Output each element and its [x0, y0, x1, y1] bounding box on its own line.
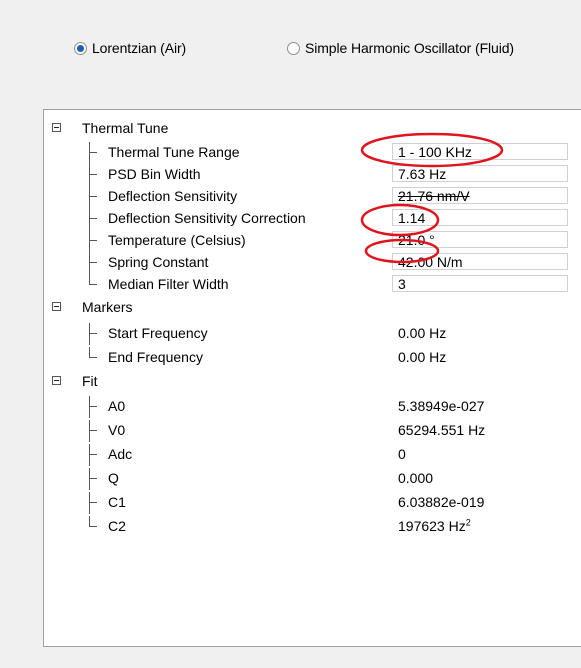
property-name: Thermal Tune Range	[108, 144, 240, 160]
median-filter-width-field[interactable]: 3	[392, 275, 568, 292]
collapse-icon[interactable]	[52, 123, 61, 132]
tree-connector	[89, 186, 99, 208]
collapse-icon[interactable]	[52, 376, 61, 385]
collapse-icon[interactable]	[52, 302, 61, 311]
v0-value[interactable]: 65294.551 Hz	[398, 420, 485, 440]
start-frequency-value[interactable]: 0.00 Hz	[398, 323, 446, 343]
property-row-c2[interactable]: C2 197623 Hz2	[44, 516, 581, 538]
c2-value[interactable]: 197623 Hz2	[398, 516, 471, 536]
tree-connector	[89, 468, 99, 490]
group-thermal-tune[interactable]: Thermal Tune	[44, 118, 581, 140]
property-name: C1	[108, 494, 126, 510]
sho-fluid-radio[interactable]: Simple Harmonic Oscillator (Fluid)	[287, 36, 514, 60]
tree-connector	[89, 208, 99, 230]
property-row-psd-bin-width[interactable]: PSD Bin Width 7.63 Hz	[44, 164, 581, 186]
property-name: Deflection Sensitivity	[108, 188, 238, 204]
property-name: Temperature (Celsius)	[108, 232, 246, 248]
tree-connector	[89, 323, 99, 345]
property-row-end-frequency[interactable]: End Frequency 0.00 Hz	[44, 347, 581, 369]
group-label: Markers	[82, 299, 133, 315]
property-row-deflection-sensitivity[interactable]: Deflection Sensitivity 21.76 nm/V	[44, 186, 581, 208]
property-name: Q	[108, 470, 119, 486]
radio-unselected-icon[interactable]	[287, 41, 300, 55]
property-name: Adc	[108, 446, 133, 462]
tree-connector	[89, 396, 99, 418]
property-name: End Frequency	[108, 349, 203, 365]
group-markers[interactable]: Markers	[44, 297, 581, 319]
property-name: V0	[108, 422, 126, 438]
tree-connector	[89, 516, 99, 538]
c2-value-text: 197623 Hz	[398, 518, 466, 534]
radio-selected-icon[interactable]	[74, 41, 87, 55]
c2-unit-superscript: 2	[465, 517, 471, 528]
property-row-q[interactable]: Q 0.000	[44, 468, 581, 490]
a0-value[interactable]: 5.38949e-027	[398, 396, 484, 416]
property-row-a0[interactable]: A0 5.38949e-027	[44, 396, 581, 418]
property-row-deflection-sensitivity-correction[interactable]: Deflection Sensitivity Correction 1.14	[44, 208, 581, 230]
thermal-tune-range-field[interactable]: 1 - 100 KHz	[392, 143, 568, 160]
lorentzian-air-label[interactable]: Lorentzian (Air)	[92, 40, 186, 56]
property-row-median-filter-width[interactable]: Median Filter Width 3	[44, 274, 581, 296]
tree-connector	[89, 420, 99, 442]
property-name: PSD Bin Width	[108, 166, 201, 182]
property-name: Spring Constant	[108, 254, 209, 270]
tree-connector	[89, 142, 99, 164]
property-row-spring-constant[interactable]: Spring Constant 42.00 N/m	[44, 252, 581, 274]
psd-bin-width-field[interactable]: 7.63 Hz	[392, 165, 568, 182]
q-value[interactable]: 0.000	[398, 468, 433, 488]
lorentzian-air-radio[interactable]: Lorentzian (Air)	[74, 36, 186, 60]
mode-radio-group: Lorentzian (Air) Simple Harmonic Oscilla…	[74, 36, 554, 60]
property-row-adc[interactable]: Adc 0	[44, 444, 581, 466]
property-row-thermal-tune-range[interactable]: Thermal Tune Range 1 - 100 KHz	[44, 142, 581, 164]
deflection-sensitivity-field[interactable]: 21.76 nm/V	[392, 187, 568, 204]
property-name: Median Filter Width	[108, 276, 229, 292]
tree-connector	[89, 492, 99, 514]
property-row-c1[interactable]: C1 6.03882e-019	[44, 492, 581, 514]
property-name: Deflection Sensitivity Correction	[108, 210, 306, 226]
property-row-temperature[interactable]: Temperature (Celsius) 21.0 °	[44, 230, 581, 252]
tree-connector	[89, 444, 99, 466]
property-name: Start Frequency	[108, 325, 208, 341]
group-label: Thermal Tune	[82, 120, 169, 136]
tree-connector	[89, 164, 99, 186]
group-label: Fit	[82, 373, 98, 389]
property-grid: Thermal Tune Thermal Tune Range 1 - 100 …	[43, 109, 581, 647]
adc-value[interactable]: 0	[398, 444, 406, 464]
end-frequency-value[interactable]: 0.00 Hz	[398, 347, 446, 367]
spring-constant-field[interactable]: 42.00 N/m	[392, 253, 568, 270]
property-name: C2	[108, 518, 126, 534]
c1-value[interactable]: 6.03882e-019	[398, 492, 484, 512]
group-fit[interactable]: Fit	[44, 371, 581, 393]
tree-connector	[89, 274, 99, 296]
sho-fluid-label[interactable]: Simple Harmonic Oscillator (Fluid)	[305, 40, 514, 56]
temperature-field[interactable]: 21.0 °	[392, 231, 568, 248]
property-row-v0[interactable]: V0 65294.551 Hz	[44, 420, 581, 442]
tree-connector	[89, 252, 99, 274]
tree-connector	[89, 347, 99, 369]
property-row-start-frequency[interactable]: Start Frequency 0.00 Hz	[44, 323, 581, 345]
property-name: A0	[108, 398, 126, 414]
deflection-sensitivity-correction-field[interactable]: 1.14	[392, 209, 568, 226]
tree-connector	[89, 230, 99, 252]
